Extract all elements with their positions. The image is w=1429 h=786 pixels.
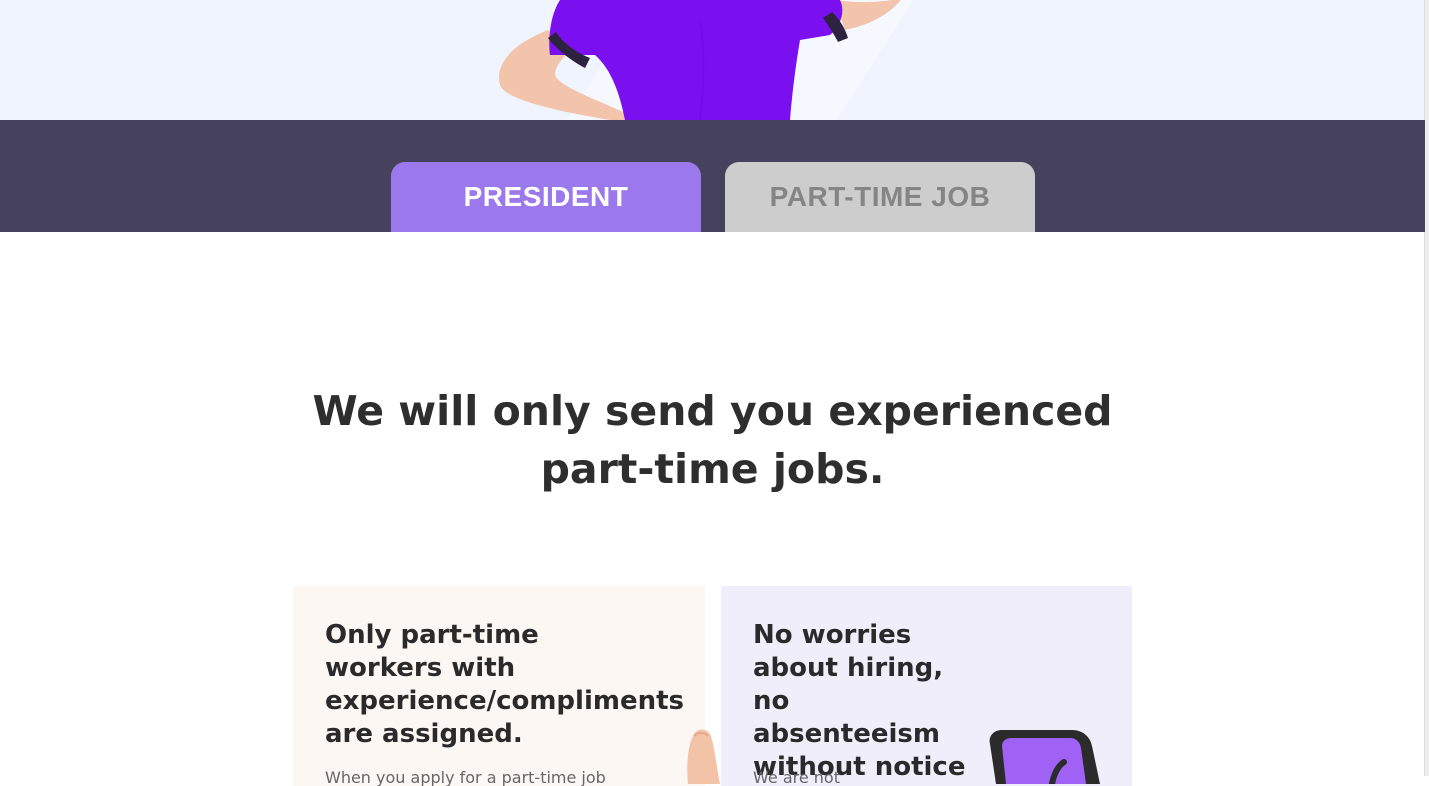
- feature-card-text: We are not: [753, 768, 840, 786]
- phone-illustration: [989, 730, 1100, 784]
- feature-card-text: When you apply for a part-time job: [325, 768, 606, 786]
- hero-person-image: [499, 0, 901, 120]
- section-headline: We will only send you experienced part-t…: [312, 387, 1113, 493]
- hand-illustration: [687, 729, 720, 784]
- tab-bar: PRESIDENT PART-TIME JOB: [0, 120, 1425, 232]
- tab-president[interactable]: PRESIDENT: [391, 162, 701, 232]
- feature-card-title: Only part-time workers with experience/c…: [325, 620, 685, 749]
- feature-card-title: No worries about hiring, no absenteeism …: [753, 620, 966, 782]
- feature-card-experienced-workers: Only part-time workers with experience/c…: [293, 586, 705, 786]
- page-scrollbar[interactable]: [1424, 0, 1429, 776]
- hero-banner: [0, 0, 1425, 120]
- tab-part-time-job[interactable]: PART-TIME JOB: [725, 162, 1035, 232]
